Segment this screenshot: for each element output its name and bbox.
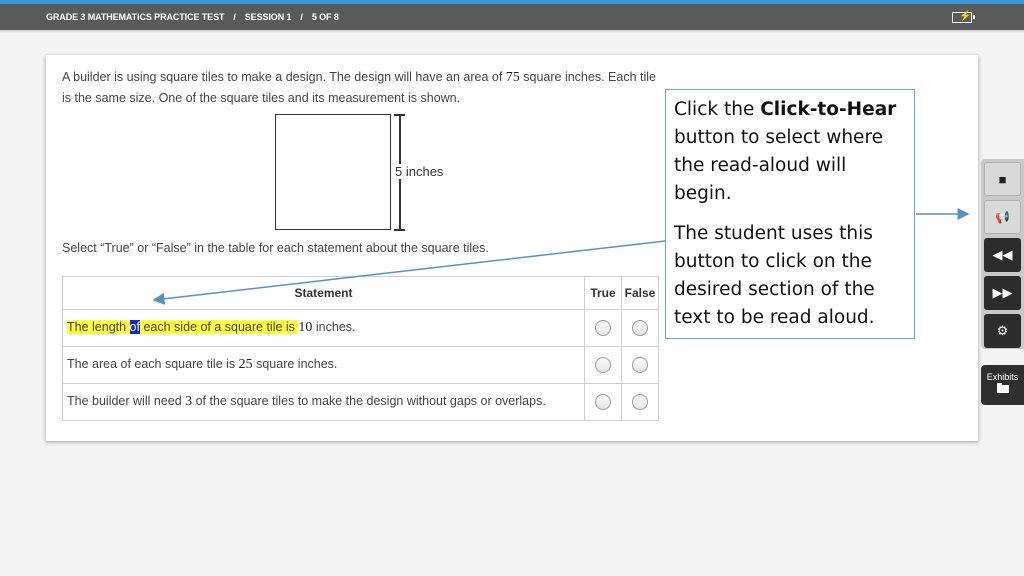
callout-paragraph-2: The student uses this button to click on… bbox=[674, 223, 875, 328]
table-row: The area of each square tile is 25 squar… bbox=[62, 346, 659, 384]
instruction-text[interactable]: Select “True” or “False” in the table fo… bbox=[62, 241, 489, 255]
table-row: The builder will need 3 of the square ti… bbox=[62, 383, 659, 421]
statement-cell[interactable]: The length of each side of a square tile… bbox=[62, 309, 585, 347]
fast-forward-icon: ▶▶ bbox=[992, 285, 1013, 300]
question-stem[interactable]: A builder is using square tiles to make … bbox=[62, 67, 662, 108]
statement-header: Statement bbox=[62, 276, 585, 310]
header-shadow bbox=[0, 30, 1024, 33]
true-header: True bbox=[584, 276, 622, 310]
exhibits-button[interactable]: Exhibits bbox=[981, 365, 1024, 405]
stop-icon: ■ bbox=[998, 171, 1007, 187]
false-radio[interactable] bbox=[632, 394, 648, 410]
selected-word: of bbox=[129, 320, 140, 334]
dimension-cap-bottom bbox=[394, 229, 405, 231]
true-radio[interactable] bbox=[595, 394, 611, 410]
breadcrumb-separator: / bbox=[300, 12, 303, 22]
click-to-hear-button[interactable]: 📢 bbox=[984, 200, 1021, 234]
test-title: GRADE 3 MATHEMATICS PRACTICE TEST bbox=[46, 12, 225, 22]
area-value: 75 bbox=[505, 70, 520, 85]
fast-forward-button[interactable]: ▶▶ bbox=[984, 276, 1021, 310]
stop-button[interactable]: ■ bbox=[984, 162, 1021, 196]
statement-cell[interactable]: The area of each square tile is 25 squar… bbox=[62, 346, 585, 384]
breadcrumb-separator: / bbox=[233, 12, 236, 22]
true-radio[interactable] bbox=[595, 357, 611, 373]
table-row: The length of each side of a square tile… bbox=[62, 309, 659, 347]
dimension-cap-top bbox=[394, 114, 405, 116]
callout-paragraph-1: Click the Click-to-Hear button to select… bbox=[674, 99, 897, 204]
rewind-button[interactable]: ◀◀ bbox=[984, 238, 1021, 272]
statement-cell[interactable]: The builder will need 3 of the square ti… bbox=[62, 383, 585, 421]
session-label: SESSION 1 bbox=[244, 12, 292, 22]
folder-icon bbox=[996, 383, 1009, 393]
test-header: GRADE 3 MATHEMATICS PRACTICE TEST / SESS… bbox=[0, 4, 1024, 30]
exhibits-label: Exhibits bbox=[986, 372, 1019, 382]
gear-icon: ⚙ bbox=[996, 323, 1009, 338]
megaphone-icon: 📢 bbox=[995, 210, 1010, 224]
false-header: False bbox=[621, 276, 659, 310]
true-false-table: Statement True False The length of each … bbox=[62, 276, 659, 421]
settings-button[interactable]: ⚙ bbox=[984, 314, 1021, 348]
square-tile-figure bbox=[275, 114, 391, 230]
tts-toolbar: ■ 📢 ◀◀ ▶▶ ⚙ bbox=[981, 159, 1024, 349]
question-progress: 5 OF 8 bbox=[311, 12, 339, 22]
battery-charging-icon: ⚡ bbox=[952, 11, 975, 23]
false-radio[interactable] bbox=[632, 357, 648, 373]
true-radio[interactable] bbox=[595, 320, 611, 336]
instruction-callout: Click the Click-to-Hear button to select… bbox=[665, 89, 915, 339]
false-radio[interactable] bbox=[632, 320, 648, 336]
rewind-icon: ◀◀ bbox=[992, 247, 1013, 262]
dimension-label: 5 inches bbox=[394, 164, 445, 179]
